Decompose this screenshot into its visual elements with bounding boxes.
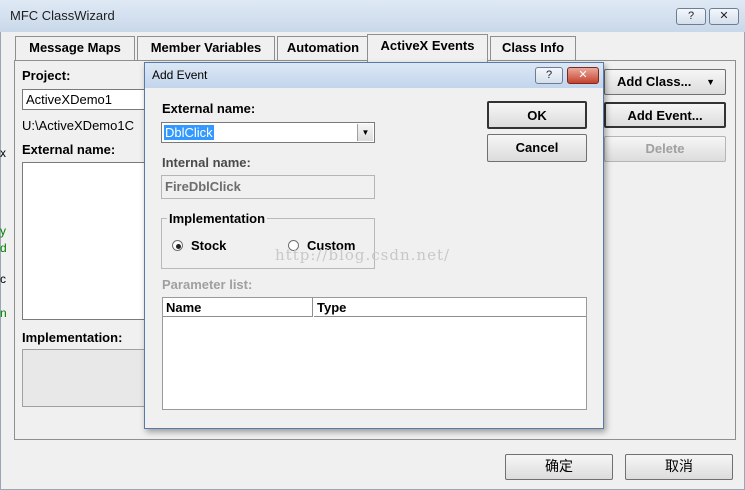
window-title: MFC ClassWizard	[10, 8, 115, 23]
external-name-label: External name:	[22, 142, 116, 157]
margin-char-2: d	[0, 241, 7, 255]
cancel-button[interactable]: 取消	[625, 454, 733, 480]
implementation-box	[22, 349, 150, 407]
dialog-cancel-button[interactable]: Cancel	[487, 134, 587, 162]
internal-name-label: Internal name:	[162, 155, 251, 170]
column-type[interactable]: Type	[314, 298, 586, 317]
project-combo[interactable]: ActiveXDemo1	[22, 89, 152, 110]
help-button[interactable]: ?	[676, 8, 706, 25]
combo-arrow-icon[interactable]: ▼	[357, 124, 373, 141]
radio-selected-dot	[176, 244, 181, 249]
margin-char-x: x	[0, 146, 6, 160]
tab-automation[interactable]: Automation	[277, 36, 369, 60]
external-name-value: DblClick	[164, 125, 214, 140]
column-name[interactable]: Name	[163, 298, 313, 317]
external-name-list[interactable]	[22, 162, 150, 320]
margin-char-1: y	[0, 224, 6, 238]
implementation-label: Implementation:	[22, 330, 123, 345]
project-path: U:\ActiveXDemo1C	[22, 118, 134, 133]
radio-stock-label: Stock	[191, 238, 227, 253]
dialog-help-button[interactable]: ?	[535, 67, 563, 84]
dialog-external-name-label: External name:	[162, 101, 256, 116]
dialog-close-icon[interactable]: ✕	[567, 67, 599, 84]
add-class-button[interactable]: Add Class... ▼	[604, 69, 726, 95]
implementation-group-label: Implementation	[167, 211, 268, 226]
tab-activex-events[interactable]: ActiveX Events	[367, 34, 488, 62]
add-event-button[interactable]: Add Event...	[604, 102, 726, 128]
external-name-combo[interactable]: DblClick ▼	[161, 122, 375, 143]
dropdown-arrow-icon: ▼	[706, 77, 715, 87]
delete-button[interactable]: Delete	[604, 136, 726, 162]
parameter-list-label: Parameter list:	[162, 277, 253, 292]
close-icon[interactable]: ✕	[709, 8, 739, 25]
margin-char-4: n	[0, 306, 7, 320]
radio-stock[interactable]	[172, 240, 183, 251]
tab-member-variables[interactable]: Member Variables	[137, 36, 275, 60]
margin-char-3: c	[0, 272, 6, 286]
dialog-ok-button[interactable]: OK	[487, 101, 587, 129]
dialog-title: Add Event	[152, 68, 208, 82]
parameter-list[interactable]: Name Type	[162, 297, 587, 410]
project-label: Project:	[22, 68, 71, 83]
ok-button[interactable]: 确定	[505, 454, 613, 480]
watermark: http://blog.csdn.net/	[275, 246, 451, 264]
tab-class-info[interactable]: Class Info	[490, 36, 576, 60]
add-class-label: Add Class...	[617, 74, 692, 89]
tab-message-maps[interactable]: Message Maps	[15, 36, 135, 60]
internal-name-field[interactable]: FireDblClick	[161, 175, 375, 199]
